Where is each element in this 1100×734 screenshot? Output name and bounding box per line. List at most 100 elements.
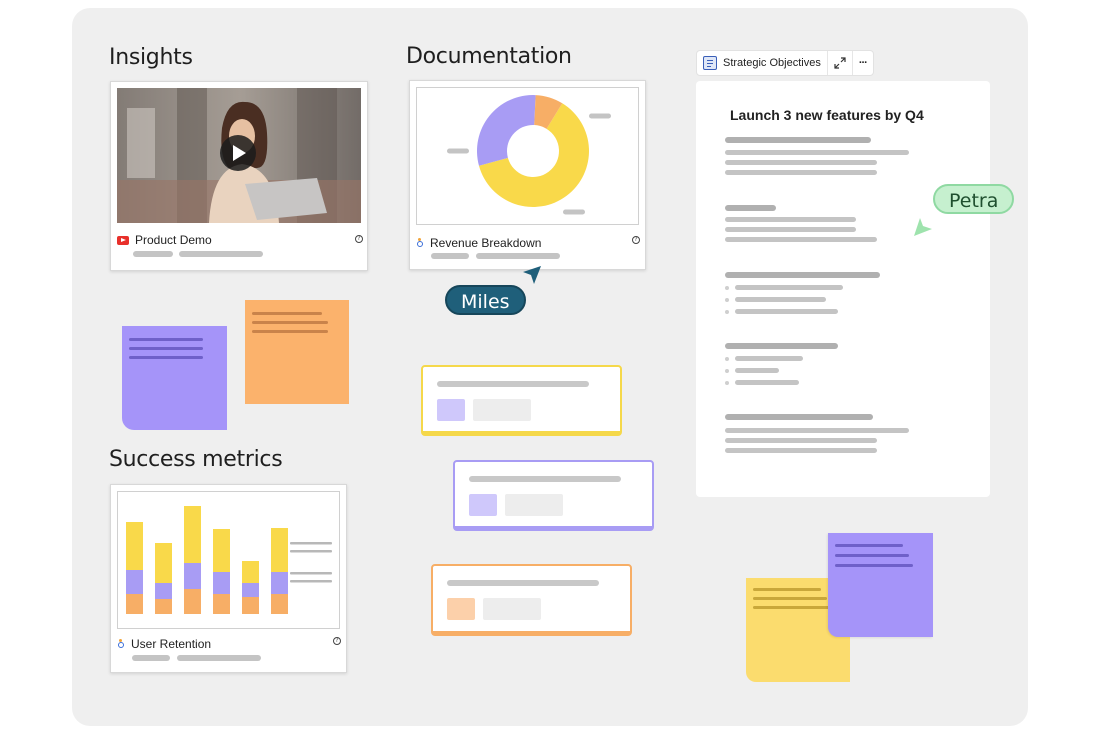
cursor-arrow-icon bbox=[914, 218, 932, 236]
more-icon: ··· bbox=[858, 57, 868, 69]
bar-chart-frame bbox=[117, 491, 340, 629]
video-thumbnail[interactable] bbox=[117, 88, 361, 223]
donut-slice bbox=[477, 95, 536, 166]
bar-segment bbox=[184, 506, 201, 563]
sticky-text-line bbox=[252, 330, 328, 333]
bar-segment bbox=[126, 522, 143, 570]
bar-segment bbox=[271, 528, 288, 572]
donut-label-placeholder bbox=[589, 113, 611, 119]
chart-app-icon bbox=[416, 238, 424, 248]
help-icon[interactable]: ? bbox=[355, 235, 363, 243]
sticky-note-purple[interactable] bbox=[122, 326, 227, 430]
sticky-note-orange[interactable] bbox=[245, 300, 349, 404]
expand-icon bbox=[834, 57, 846, 69]
sticky-text-line bbox=[835, 564, 913, 567]
tag-chip bbox=[505, 494, 563, 516]
tag-chip bbox=[447, 598, 475, 620]
text-placeholder bbox=[735, 309, 838, 314]
donut-label-placeholder bbox=[447, 148, 469, 154]
bar-segment bbox=[271, 572, 288, 594]
tag-chip bbox=[473, 399, 531, 421]
help-icon[interactable]: ? bbox=[333, 637, 341, 645]
user-retention-title: User Retention bbox=[131, 637, 212, 651]
revenue-breakdown-title-row: Revenue Breakdown bbox=[416, 236, 541, 250]
collaborator-cursor-petra: Petra bbox=[933, 184, 1015, 214]
task-card-orange[interactable] bbox=[431, 564, 632, 636]
text-placeholder bbox=[735, 380, 799, 385]
text-placeholder bbox=[735, 297, 826, 302]
document-icon bbox=[703, 56, 717, 70]
task-card-purple[interactable] bbox=[453, 460, 654, 531]
bar-segment bbox=[213, 572, 230, 594]
section-heading-insights: Insights bbox=[109, 45, 193, 70]
sticky-note-purple-2[interactable] bbox=[828, 533, 933, 637]
sticky-text-line bbox=[252, 321, 328, 324]
cursor-arrow-icon bbox=[523, 266, 541, 284]
product-demo-title-row: Product Demo bbox=[117, 233, 212, 247]
legend-placeholder bbox=[290, 572, 332, 575]
sticky-text-line bbox=[753, 597, 827, 600]
donut-chart bbox=[447, 95, 611, 215]
bar-segment bbox=[155, 583, 172, 599]
user-retention-title-row: User Retention bbox=[117, 637, 211, 651]
chart-app-icon bbox=[117, 639, 125, 649]
expand-button[interactable] bbox=[828, 51, 853, 75]
sticky-text-line bbox=[753, 588, 821, 591]
donut-chart-frame bbox=[416, 87, 639, 225]
text-placeholder bbox=[447, 580, 599, 586]
section-heading-success-metrics: Success metrics bbox=[109, 447, 283, 472]
legend-placeholder bbox=[290, 550, 332, 553]
text-placeholder bbox=[725, 414, 873, 420]
text-placeholder bbox=[735, 368, 779, 373]
bar-segment bbox=[155, 543, 172, 583]
text-placeholder bbox=[437, 381, 589, 387]
text-placeholder bbox=[725, 227, 856, 232]
help-icon[interactable]: ? bbox=[632, 236, 640, 244]
bar-segment bbox=[126, 594, 143, 614]
strategic-objectives-document[interactable]: Launch 3 new features by Q4 bbox=[696, 81, 990, 497]
meta-placeholder bbox=[179, 251, 263, 257]
revenue-breakdown-card[interactable]: Revenue Breakdown ? bbox=[409, 80, 646, 270]
list-bullet bbox=[725, 286, 729, 290]
text-placeholder bbox=[725, 448, 877, 453]
section-heading-documentation: Documentation bbox=[406, 44, 572, 69]
text-placeholder bbox=[725, 438, 877, 443]
bar-segment bbox=[213, 594, 230, 614]
bar-segment bbox=[184, 563, 201, 589]
collaborator-cursor-miles: Miles bbox=[445, 285, 526, 315]
doc-heading: Launch 3 new features by Q4 bbox=[730, 107, 924, 123]
sticky-text-line bbox=[753, 606, 831, 609]
product-demo-title: Product Demo bbox=[135, 233, 212, 247]
product-demo-card[interactable]: Product Demo ? bbox=[110, 81, 368, 271]
meta-placeholder bbox=[476, 253, 560, 259]
legend-placeholder bbox=[290, 542, 332, 545]
list-bullet bbox=[725, 381, 729, 385]
meta-placeholder bbox=[132, 655, 170, 661]
meta-placeholder bbox=[177, 655, 261, 661]
revenue-breakdown-title: Revenue Breakdown bbox=[430, 236, 542, 250]
list-bullet bbox=[725, 357, 729, 361]
more-options-button[interactable]: ··· bbox=[853, 51, 873, 75]
bar-segment bbox=[126, 570, 143, 594]
text-placeholder bbox=[735, 285, 843, 290]
sticky-text-line bbox=[129, 356, 203, 359]
meta-placeholder bbox=[133, 251, 173, 257]
text-placeholder bbox=[725, 170, 877, 175]
bar-segment bbox=[155, 599, 172, 614]
youtube-icon bbox=[117, 235, 129, 245]
text-placeholder bbox=[735, 356, 803, 361]
bar-segment bbox=[242, 597, 259, 614]
user-retention-card[interactable]: User Retention ? bbox=[110, 484, 347, 673]
doc-title-chip[interactable]: Strategic Objectives bbox=[697, 51, 828, 75]
stacked-bar-chart bbox=[126, 506, 332, 614]
tag-chip bbox=[469, 494, 497, 516]
bar-segment bbox=[271, 594, 288, 614]
legend-placeholder bbox=[290, 580, 332, 583]
list-bullet bbox=[725, 310, 729, 314]
sticky-text-line bbox=[129, 347, 203, 350]
doc-toolbar: Strategic Objectives ··· bbox=[696, 50, 874, 76]
text-placeholder bbox=[725, 160, 877, 165]
task-card-yellow[interactable] bbox=[421, 365, 622, 436]
list-bullet bbox=[725, 298, 729, 302]
meta-placeholder bbox=[431, 253, 469, 259]
